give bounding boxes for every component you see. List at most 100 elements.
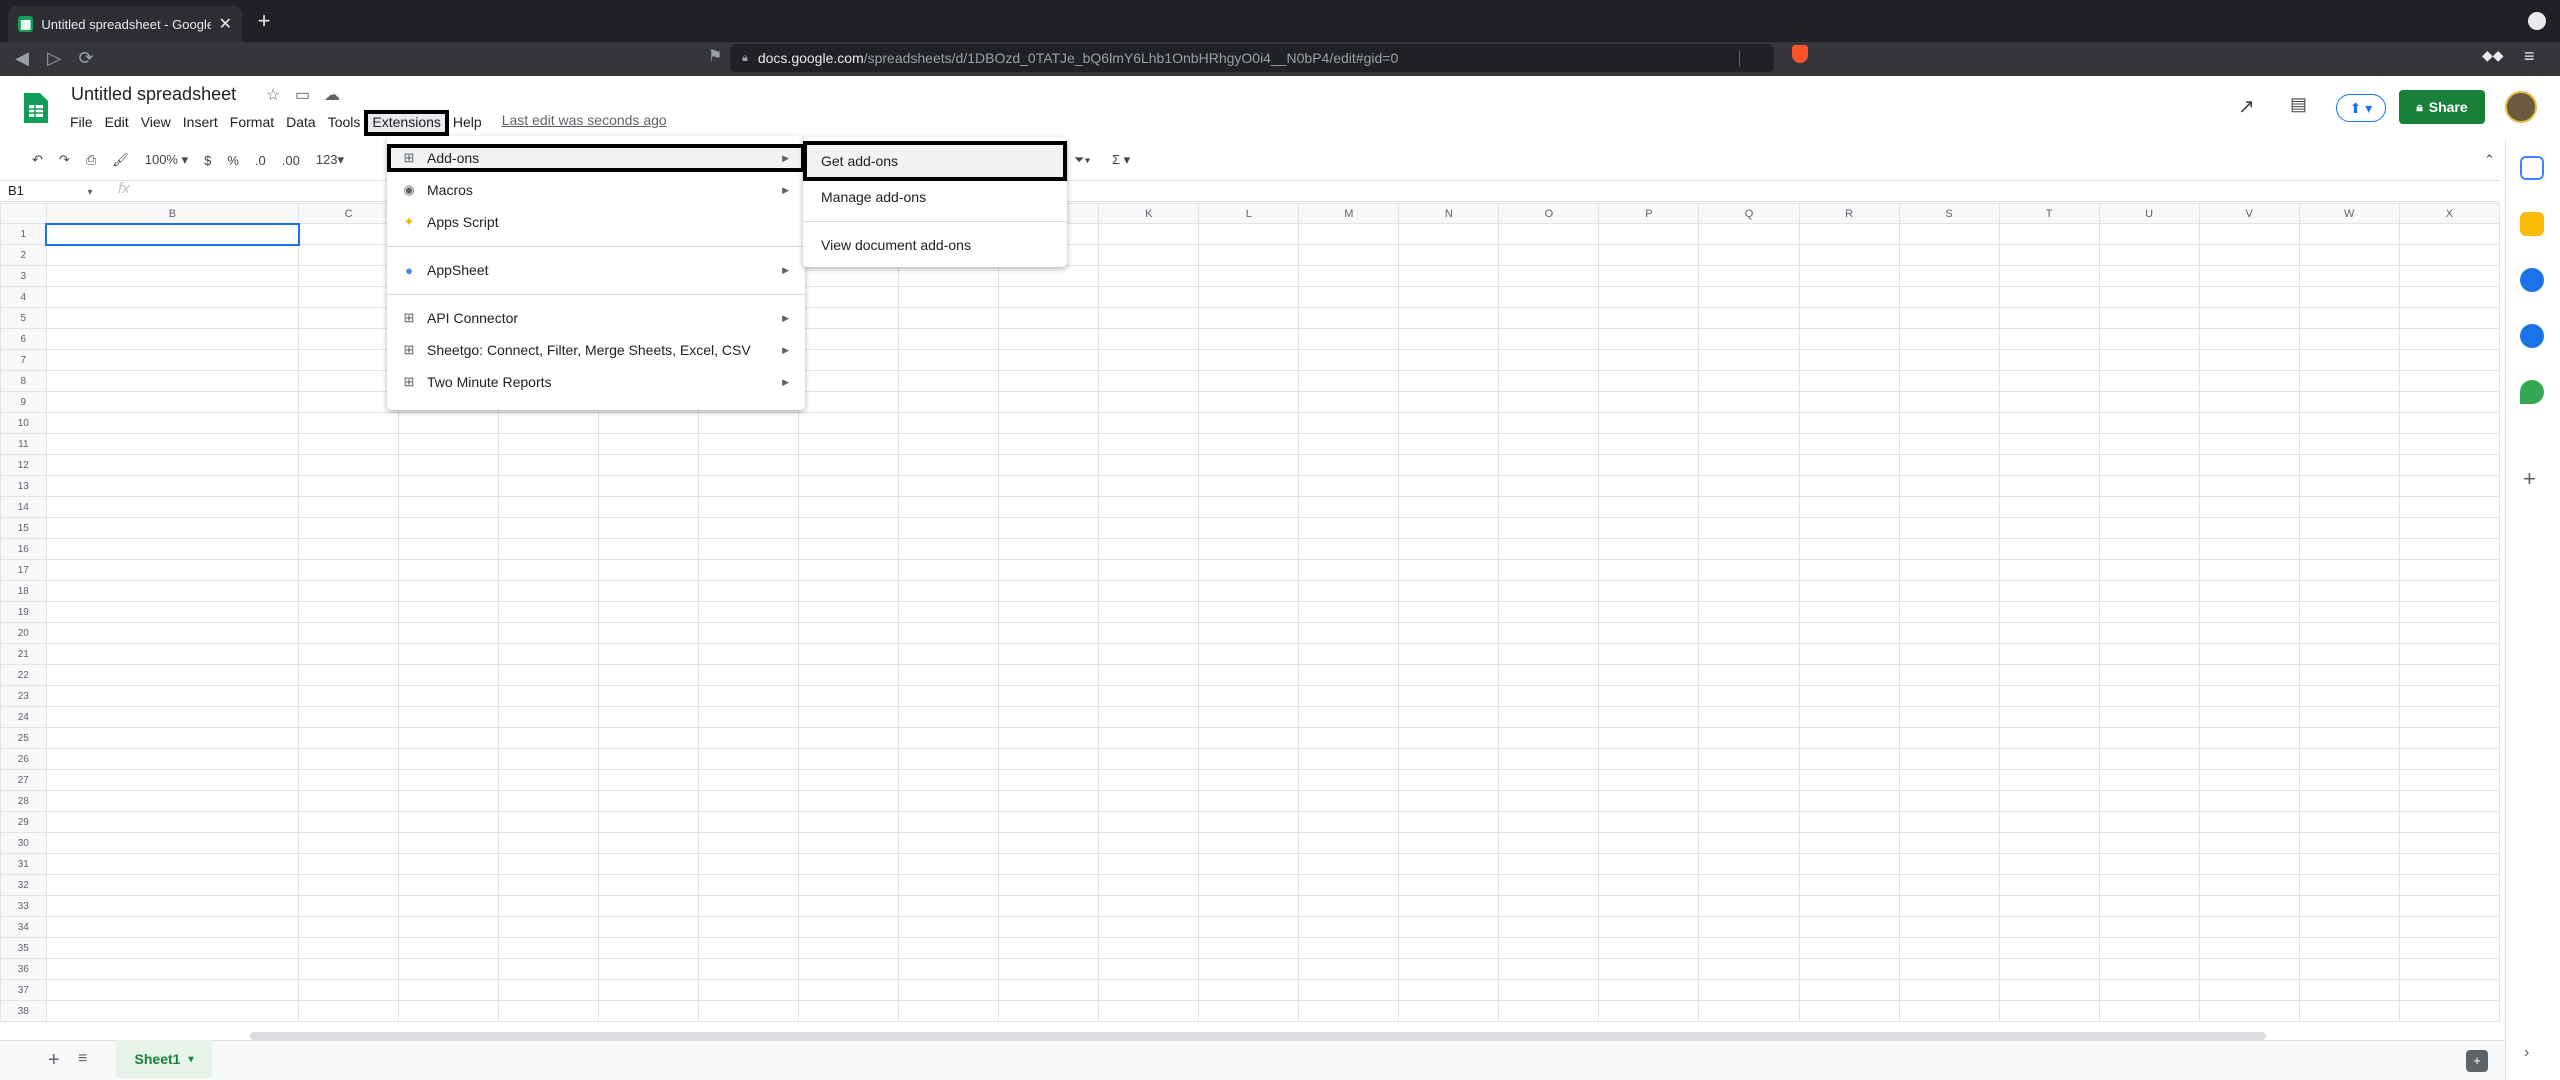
cell[interactable] bbox=[2098, 874, 2200, 896]
cell[interactable] bbox=[2198, 916, 2300, 938]
cell[interactable] bbox=[45, 685, 300, 707]
cell[interactable] bbox=[498, 748, 600, 770]
menu-item-add-ons[interactable]: ⊞ Add-ons ▶ bbox=[387, 144, 805, 172]
cell[interactable] bbox=[1498, 580, 1600, 602]
cell[interactable] bbox=[1298, 286, 1400, 308]
cell[interactable] bbox=[1798, 307, 1900, 329]
cell[interactable] bbox=[1998, 601, 2100, 623]
cell[interactable] bbox=[798, 853, 900, 875]
cell[interactable] bbox=[298, 916, 400, 938]
column-header[interactable]: R bbox=[1798, 203, 1900, 224]
cell[interactable] bbox=[2298, 496, 2400, 518]
cell[interactable] bbox=[1298, 727, 1400, 749]
cell[interactable] bbox=[598, 601, 700, 623]
cell[interactable] bbox=[2398, 622, 2500, 644]
cell[interactable] bbox=[798, 349, 900, 371]
sheet-tab-sheet1[interactable]: Sheet1 ▾ bbox=[116, 1040, 212, 1078]
cell[interactable] bbox=[1198, 916, 1300, 938]
cell[interactable] bbox=[2098, 664, 2200, 686]
cell[interactable] bbox=[45, 601, 300, 623]
cell[interactable] bbox=[1398, 475, 1500, 497]
cell[interactable] bbox=[398, 622, 500, 644]
cell[interactable] bbox=[1698, 328, 1800, 350]
cell[interactable] bbox=[1298, 412, 1400, 434]
cell[interactable] bbox=[1198, 874, 1300, 896]
cell[interactable] bbox=[1598, 748, 1700, 770]
cell[interactable] bbox=[898, 748, 1000, 770]
cell[interactable] bbox=[298, 433, 400, 455]
cell[interactable] bbox=[2098, 706, 2200, 728]
cell[interactable] bbox=[898, 307, 1000, 329]
cell[interactable] bbox=[1398, 937, 1500, 959]
cell[interactable] bbox=[2298, 412, 2400, 434]
cell[interactable] bbox=[2098, 496, 2200, 518]
cell[interactable] bbox=[898, 475, 1000, 497]
cell[interactable] bbox=[45, 580, 300, 602]
column-header[interactable]: U bbox=[2098, 203, 2200, 224]
cell[interactable] bbox=[298, 412, 400, 434]
cell[interactable] bbox=[1398, 286, 1500, 308]
percent-format-button[interactable]: % bbox=[219, 153, 247, 168]
cell[interactable] bbox=[1098, 748, 1200, 770]
last-edit-link[interactable]: Last edit was seconds ago bbox=[502, 112, 667, 134]
cell[interactable] bbox=[1998, 223, 2100, 245]
cell[interactable] bbox=[2398, 475, 2500, 497]
row-header[interactable]: 38 bbox=[0, 1000, 47, 1022]
cell[interactable] bbox=[1798, 328, 1900, 350]
cell[interactable] bbox=[1798, 244, 1900, 266]
cell[interactable] bbox=[1398, 307, 1500, 329]
cell[interactable] bbox=[1498, 706, 1600, 728]
cell[interactable] bbox=[698, 958, 800, 980]
add-sheet-icon[interactable]: + bbox=[48, 1049, 60, 1072]
cell[interactable] bbox=[1098, 685, 1200, 707]
cell[interactable] bbox=[498, 475, 600, 497]
cell[interactable] bbox=[45, 265, 300, 287]
cell[interactable] bbox=[498, 601, 600, 623]
cell[interactable] bbox=[1498, 265, 1600, 287]
cell[interactable] bbox=[1298, 937, 1400, 959]
cell[interactable] bbox=[1498, 454, 1600, 476]
cell[interactable] bbox=[2098, 790, 2200, 812]
cell[interactable] bbox=[1498, 874, 1600, 896]
cell[interactable] bbox=[1698, 706, 1800, 728]
cell[interactable] bbox=[45, 622, 300, 644]
forward-button[interactable]: ▷ bbox=[42, 46, 66, 70]
cell[interactable] bbox=[498, 727, 600, 749]
cell[interactable] bbox=[498, 769, 600, 791]
cell[interactable] bbox=[998, 349, 1100, 371]
cell[interactable] bbox=[1098, 958, 1200, 980]
cell[interactable] bbox=[898, 832, 1000, 854]
cell[interactable] bbox=[298, 580, 400, 602]
cell[interactable] bbox=[598, 790, 700, 812]
cell[interactable] bbox=[798, 748, 900, 770]
cell[interactable] bbox=[498, 895, 600, 917]
cell[interactable] bbox=[398, 685, 500, 707]
cell[interactable] bbox=[45, 286, 300, 308]
cell[interactable] bbox=[1498, 559, 1600, 581]
cell[interactable] bbox=[698, 412, 800, 434]
cell[interactable] bbox=[398, 937, 500, 959]
cell[interactable] bbox=[1298, 769, 1400, 791]
cell[interactable] bbox=[1098, 412, 1200, 434]
menu-item-manage-add-ons[interactable]: Manage add-ons bbox=[803, 183, 1067, 211]
cell[interactable] bbox=[1798, 349, 1900, 371]
back-button[interactable]: ◀ bbox=[10, 46, 34, 70]
cell[interactable] bbox=[798, 811, 900, 833]
cell[interactable] bbox=[1398, 706, 1500, 728]
cell[interactable] bbox=[1598, 307, 1700, 329]
cell[interactable] bbox=[298, 685, 400, 707]
menu-tools[interactable]: Tools bbox=[322, 112, 367, 134]
cell[interactable] bbox=[2398, 349, 2500, 371]
cell[interactable] bbox=[1198, 433, 1300, 455]
cell[interactable] bbox=[2398, 643, 2500, 665]
cell[interactable] bbox=[698, 580, 800, 602]
cell[interactable] bbox=[798, 580, 900, 602]
cell[interactable] bbox=[798, 538, 900, 560]
row-header[interactable]: 31 bbox=[0, 853, 47, 875]
column-header[interactable]: X bbox=[2398, 203, 2500, 224]
cell[interactable] bbox=[1298, 811, 1400, 833]
cell[interactable] bbox=[798, 265, 900, 287]
cell[interactable] bbox=[2398, 727, 2500, 749]
cell[interactable] bbox=[2198, 244, 2300, 266]
cell[interactable] bbox=[798, 958, 900, 980]
